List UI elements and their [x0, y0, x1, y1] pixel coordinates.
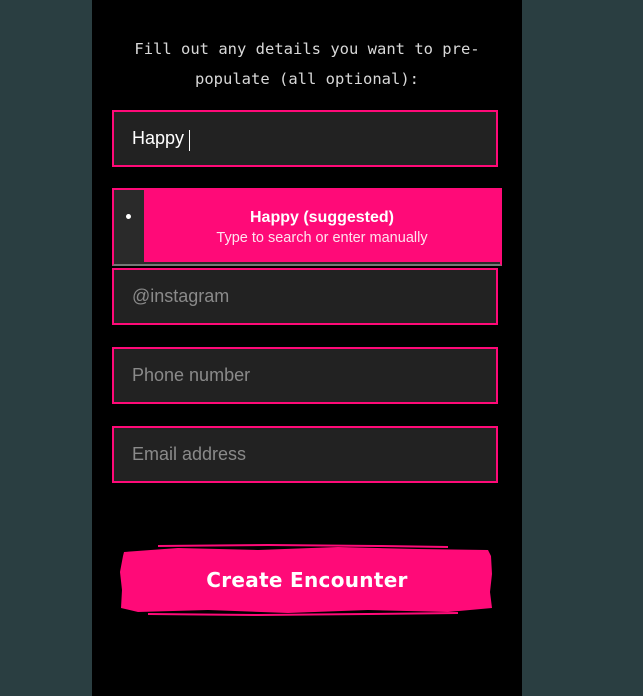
text-caret [189, 130, 190, 151]
name-field[interactable] [112, 110, 498, 167]
form-panel: Fill out any details you want to pre-pop… [92, 0, 522, 696]
phone-field[interactable] [112, 347, 498, 404]
suggestion-subtitle: Type to search or enter manually [216, 230, 428, 246]
create-encounter-button[interactable]: Create Encounter [118, 544, 496, 616]
instagram-input[interactable] [114, 270, 496, 323]
email-input[interactable] [114, 428, 496, 481]
suggestion-bullet-column [114, 190, 144, 264]
create-encounter-label: Create Encounter [206, 568, 408, 592]
name-input[interactable] [114, 112, 496, 165]
intro-text: Fill out any details you want to pre-pop… [134, 40, 480, 88]
suggestion-dropdown[interactable]: Happy (suggested) Type to search or ente… [112, 188, 502, 266]
phone-input[interactable] [114, 349, 496, 402]
suggestion-option[interactable]: Happy (suggested) Type to search or ente… [144, 190, 500, 262]
instagram-field[interactable] [112, 268, 498, 325]
bullet-icon [126, 214, 131, 219]
suggestion-title: Happy (suggested) [249, 209, 394, 226]
email-field[interactable] [112, 426, 498, 483]
